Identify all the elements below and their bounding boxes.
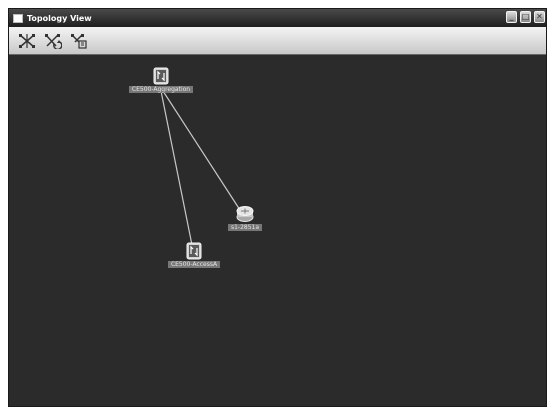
close-button[interactable]: ✕ (534, 11, 545, 23)
refresh-layout-tool-button[interactable] (43, 31, 63, 51)
node-label: s1-2851a (227, 224, 263, 231)
minimize-button[interactable]: _ (506, 11, 517, 23)
node-ce500-aggregation[interactable]: CE500-Aggregation (119, 67, 203, 93)
filter-tool-button[interactable] (69, 31, 89, 51)
switch-icon (186, 242, 202, 260)
layout-tool-button[interactable] (17, 31, 37, 51)
maximize-button[interactable]: □ (520, 11, 531, 23)
node-ce500-accessa[interactable]: CE500-AccessA (157, 242, 231, 268)
router-icon (236, 206, 254, 222)
link-aggregation-access[interactable] (160, 90, 193, 246)
layout-tool-icon (19, 33, 35, 48)
node-label: CE500-AccessA (167, 261, 221, 268)
topology-canvas[interactable]: CE500-Aggregation s1-2851a CE500-AccessA (9, 55, 546, 406)
toolbar (9, 27, 546, 55)
link-aggregation-router[interactable] (162, 90, 241, 211)
node-s1-2851a[interactable]: s1-2851a (223, 205, 267, 231)
refresh-layout-tool-icon (45, 33, 62, 49)
window-icon (13, 13, 23, 23)
title-bar[interactable]: Topology View _ □ ✕ (9, 9, 546, 27)
switch-icon (153, 67, 169, 85)
node-label: CE500-Aggregation (128, 86, 194, 93)
window-title: Topology View (27, 13, 92, 23)
window-controls: _ □ ✕ (506, 11, 545, 23)
topology-view-window: Topology View _ □ ✕ CE500-Aggregation s1… (8, 8, 547, 407)
topology-links (160, 90, 241, 246)
filter-tool-icon (71, 33, 87, 49)
